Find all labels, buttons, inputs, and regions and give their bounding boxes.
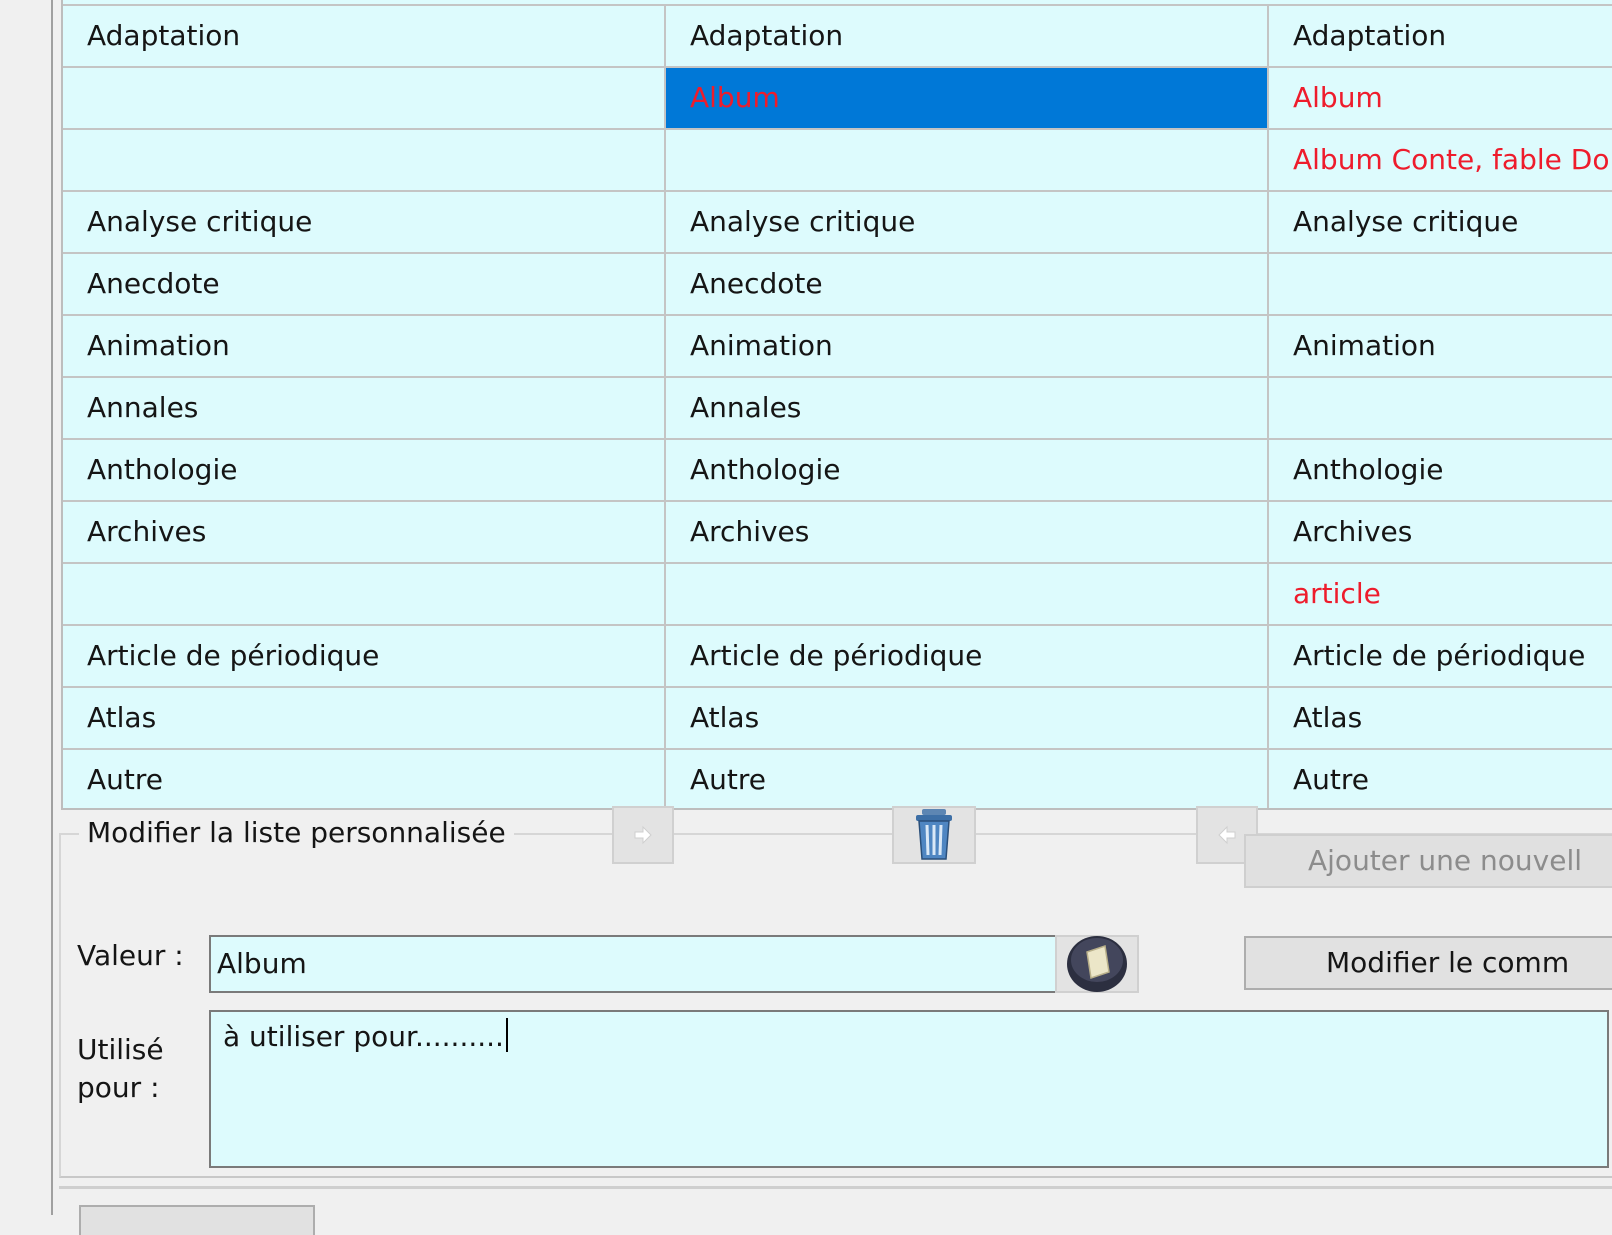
table-row[interactable]: Anecdote Anecdote — [63, 254, 1612, 316]
table-row[interactable]: Article de périodique Article de périodiq… — [63, 626, 1612, 688]
table-cell-c1[interactable]: Annales — [63, 378, 666, 438]
table-cell-c3[interactable] — [1269, 254, 1612, 314]
table-row[interactable]: Autre Autre Autre — [63, 750, 1612, 808]
delete-button[interactable] — [892, 806, 976, 864]
table-row[interactable]: Analyse critique Analyse critique Analyse … — [63, 192, 1612, 254]
table-cell-c2[interactable]: Autre — [666, 750, 1269, 808]
table-cell-c2[interactable]: Annales — [666, 378, 1269, 438]
table-cell-c3[interactable]: Atlas — [1269, 688, 1612, 748]
table-cell-c3[interactable]: Article de périodique — [1269, 626, 1612, 686]
used-for-text: à utiliser pour.......... — [223, 1020, 504, 1053]
table-row[interactable]: Animation Animation Animation — [63, 316, 1612, 378]
table-cell-c2[interactable]: Adaptation — [666, 6, 1269, 66]
used-for-label-line2: pour : — [77, 1071, 160, 1104]
table-cell-c3[interactable]: Animation — [1269, 316, 1612, 376]
table-cell-c3[interactable]: Adaptation — [1269, 6, 1612, 66]
arrow-left-icon — [1218, 825, 1236, 845]
table-cell-c2[interactable] — [666, 564, 1269, 624]
note-icon — [1067, 936, 1127, 992]
text-caret — [505, 1018, 508, 1052]
custom-list-editor-window: Adaptation Adaptation Adaptation Album Album… — [51, 0, 1612, 1235]
table-row[interactable]: Atlas Atlas Atlas — [63, 688, 1612, 750]
table-cell-c2[interactable]: Animation — [666, 316, 1269, 376]
used-for-textarea[interactable]: à utiliser pour.......... — [209, 1010, 1609, 1168]
table-row[interactable]: Anthologie Anthologie Anthologie — [63, 440, 1612, 502]
trash-icon — [916, 809, 952, 860]
table-cell-c2[interactable]: Article de périodique — [666, 626, 1269, 686]
bottom-separator — [59, 1186, 1612, 1189]
table-cell-c1[interactable]: Animation — [63, 316, 666, 376]
table-cell-c3[interactable]: article — [1269, 564, 1612, 624]
table-cell-c2[interactable]: Archives — [666, 502, 1269, 562]
table-cell-c2[interactable] — [666, 130, 1269, 190]
table-cell-c3[interactable]: Archives — [1269, 502, 1612, 562]
table-cell-c1[interactable]: Anecdote — [63, 254, 666, 314]
value-label: Valeur : — [77, 939, 184, 972]
used-for-label-line1: Utilisé — [77, 1033, 164, 1066]
table-cell-c3[interactable]: Analyse critique — [1269, 192, 1612, 252]
table-row[interactable]: Archives Archives Archives — [63, 502, 1612, 564]
table-cell-c1[interactable]: Atlas — [63, 688, 666, 748]
table-cell-c1[interactable] — [63, 68, 666, 128]
table-cell-c2[interactable]: Atlas — [666, 688, 1269, 748]
table-cell-c1[interactable]: Anthologie — [63, 440, 666, 500]
edit-note-button[interactable] — [1055, 935, 1139, 993]
value-input[interactable]: Album — [209, 935, 1060, 993]
table-cell-c3[interactable]: Album Conte, fable Do — [1269, 130, 1612, 190]
table-cell-c3[interactable]: Autre — [1269, 750, 1612, 808]
table-cell-c1[interactable] — [63, 564, 666, 624]
move-right-button[interactable] — [612, 806, 674, 864]
table-cell-c2[interactable]: Analyse critique — [666, 192, 1269, 252]
table-cell-c1[interactable]: Article de périodique — [63, 626, 666, 686]
arrow-right-icon — [634, 825, 652, 845]
values-table[interactable]: Adaptation Adaptation Adaptation Album Album… — [61, 0, 1612, 810]
bottom-button[interactable] — [79, 1205, 315, 1235]
add-new-value-button[interactable]: Ajouter une nouvell — [1244, 834, 1612, 888]
table-cell-c1[interactable]: Analyse critique — [63, 192, 666, 252]
table-row[interactable]: Adaptation Adaptation Adaptation — [63, 6, 1612, 68]
table-cell-c2[interactable]: Anthologie — [666, 440, 1269, 500]
table-row[interactable]: article — [63, 564, 1612, 626]
modify-comment-button[interactable]: Modifier le comm — [1244, 936, 1612, 990]
table-cell-c1[interactable]: Autre — [63, 750, 666, 808]
table-cell-c2[interactable]: Album — [666, 68, 1269, 128]
table-cell-c3[interactable] — [1269, 378, 1612, 438]
table-cell-c2[interactable]: Anecdote — [666, 254, 1269, 314]
table-cell-c3[interactable]: Anthologie — [1269, 440, 1612, 500]
table-cell-c1[interactable]: Archives — [63, 502, 666, 562]
table-cell-c1[interactable]: Adaptation — [63, 6, 666, 66]
edit-list-legend: Modifier la liste personnalisée — [79, 816, 514, 850]
table-row[interactable]: Album Album — [63, 68, 1612, 130]
table-row[interactable]: Album Conte, fable Do — [63, 130, 1612, 192]
table-cell-c3[interactable]: Album — [1269, 68, 1612, 128]
table-row[interactable]: Annales Annales — [63, 378, 1612, 440]
table-cell-c1[interactable] — [63, 130, 666, 190]
